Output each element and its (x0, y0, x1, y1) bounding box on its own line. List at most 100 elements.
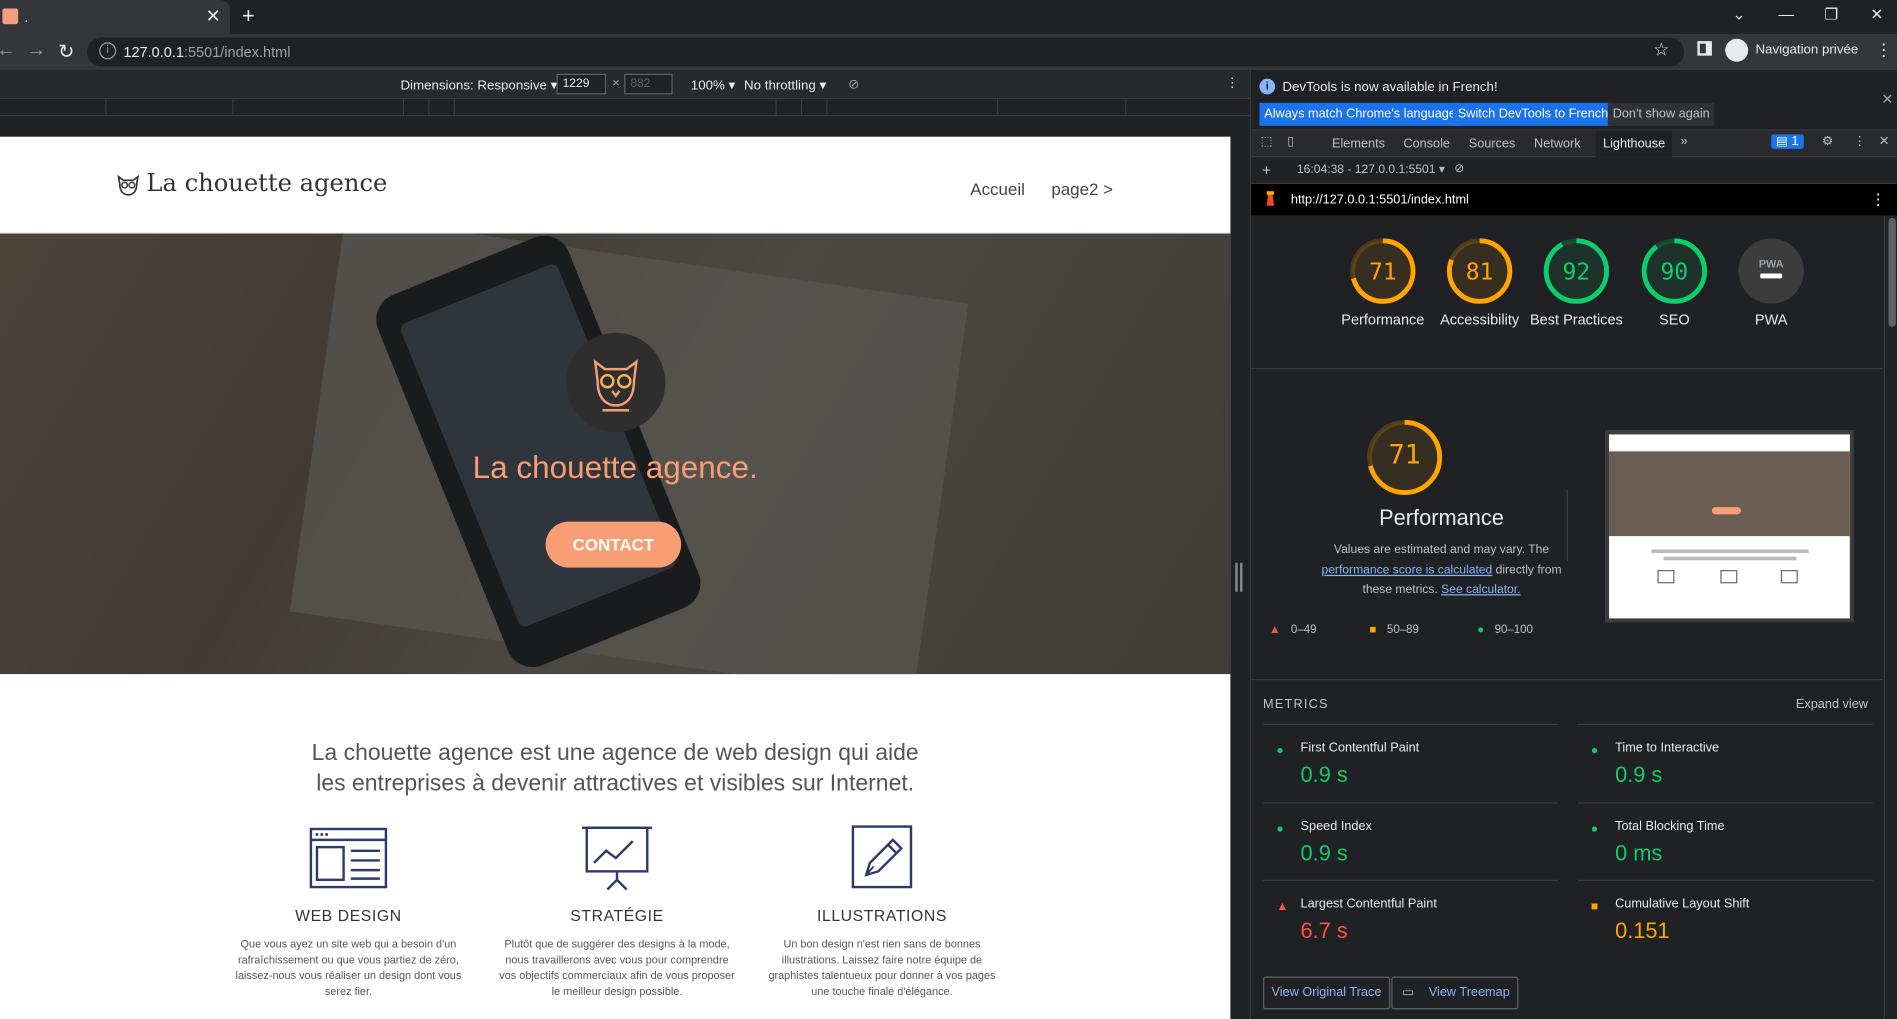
tab-sources[interactable]: Sources (1469, 137, 1516, 152)
inspect-element-icon[interactable]: ⬚ (1261, 134, 1273, 149)
metrics-heading: METRICS (1263, 697, 1329, 712)
pwa-badge-text: PWA (1759, 258, 1784, 270)
gauge-label: Best Practices (1529, 311, 1623, 328)
close-tab-icon[interactable]: ✕ (206, 5, 221, 27)
average-square-icon: ■ (1590, 900, 1599, 914)
legend-fail-label: 0–49 (1290, 623, 1317, 637)
back-icon[interactable]: ← (0, 40, 16, 62)
reload-icon[interactable]: ↻ (58, 40, 74, 64)
metric-name: Total Blocking Time (1615, 818, 1725, 834)
perf-score-link[interactable]: performance score is calculated (1321, 563, 1492, 576)
see-calculator-link[interactable]: See calculator. (1441, 583, 1520, 596)
metric-speed-index: ● Speed Index 0.9 s (1263, 801, 1559, 879)
metric-value: 6.7 s (1300, 918, 1348, 943)
report-scrollbar[interactable] (1883, 215, 1897, 1019)
tab-search-icon[interactable]: ⌄ (1732, 5, 1745, 24)
legend-average: ■ 50–89 (1370, 623, 1419, 636)
device-toggle-icon[interactable]: ▯ (1287, 134, 1294, 149)
incognito-icon (1725, 38, 1749, 62)
intro-line-2: les entreprises à devenir attractives et… (316, 770, 915, 797)
tab-console[interactable]: Console (1403, 137, 1450, 152)
address-bar[interactable]: i 127.0.0.1:5501/index.html ☆ (87, 37, 1685, 67)
browser-tab[interactable]: . ✕ (0, 0, 230, 34)
score-gauge-accessibility[interactable]: 81 Accessibility (1431, 237, 1528, 329)
settings-gear-icon[interactable]: ⚙ (1822, 134, 1833, 149)
score-gauge-pwa[interactable]: PWA PWA (1723, 237, 1820, 329)
width-input[interactable]: 1229 (556, 73, 607, 95)
throttling-select[interactable]: No throttling ▾ (744, 77, 826, 94)
divider (1566, 488, 1568, 562)
fail-triangle-icon: ▲ (1276, 900, 1289, 914)
new-tab-button[interactable]: + (242, 4, 255, 29)
minimize-icon[interactable]: — (1778, 5, 1794, 23)
new-report-icon[interactable]: + (1262, 161, 1271, 179)
devtools-language-infobar: i DevTools is now available in French! A… (1250, 70, 1897, 131)
report-menu-icon[interactable]: ⋮ (1870, 190, 1886, 209)
legend-pass-label: 90–100 (1494, 623, 1533, 637)
view-original-trace-button[interactable]: View Original Trace (1263, 976, 1390, 1010)
website-viewport: La chouette agence Accueil page2 > La ch… (0, 136, 1231, 1019)
tab-elements[interactable]: Elements (1332, 137, 1385, 152)
gauge-label: Performance (1341, 311, 1425, 328)
contact-button[interactable]: CONTACT (545, 521, 682, 568)
score-gauge-best-practices[interactable]: 92 Best Practices (1528, 237, 1625, 329)
metric-value: 0.151 (1615, 918, 1670, 943)
lighthouse-report: 71 Performance 81 Accessibility 92 Best Pract… (1250, 215, 1883, 1019)
close-infobar-icon[interactable]: ✕ (1881, 91, 1893, 108)
more-tabs-icon[interactable]: » (1680, 134, 1687, 149)
expand-view-toggle[interactable]: Expand view (1796, 697, 1868, 712)
dont-show-again-button[interactable]: Don't show again (1607, 102, 1715, 126)
times-separator: × (612, 76, 620, 91)
device-options-icon[interactable]: ⋮ (1226, 75, 1239, 91)
nav-link-page2[interactable]: page2 > (1051, 179, 1113, 198)
metric-name: First Contentful Paint (1300, 740, 1420, 756)
legend-pass: ● 90–100 (1477, 623, 1533, 636)
score-gauge-seo[interactable]: 90 SEO (1626, 237, 1723, 329)
site-info-icon[interactable]: i (99, 42, 117, 60)
pwa-dash (1760, 273, 1783, 279)
square-icon: ■ (1369, 623, 1377, 637)
switch-french-button[interactable]: Switch DevTools to French (1452, 102, 1614, 126)
close-devtools-icon[interactable]: ✕ (1879, 134, 1890, 149)
favicon-icon (2, 8, 19, 25)
close-window-icon[interactable]: ✕ (1870, 5, 1883, 24)
dimensions-select[interactable]: Dimensions: Responsive ▾ (400, 77, 557, 94)
gauge-score: 71 (1369, 260, 1397, 286)
view-treemap-button[interactable]: ▭ View Treemap (1391, 976, 1519, 1010)
service-illustrations: ILLUSTRATIONS Un bon design n'est rien s… (761, 824, 1003, 999)
report-select[interactable]: 16:04:38 - 127.0.0.1:5501 ▾ (1297, 163, 1445, 176)
viewport-resize-handle[interactable] (1234, 562, 1244, 599)
clear-reports-icon[interactable]: ⊘ (1454, 162, 1464, 175)
side-panel-icon[interactable] (1697, 41, 1712, 56)
site-logo[interactable]: La chouette agence (115, 168, 387, 198)
height-input[interactable]: 882 (624, 73, 673, 95)
chrome-menu-icon[interactable]: ⋮ (1875, 40, 1892, 61)
tab-network[interactable]: Network (1534, 137, 1581, 152)
address-url: 127.0.0.1:5501/index.html (123, 43, 291, 61)
rotate-block-icon[interactable]: ⊘ (848, 76, 859, 92)
site-header: La chouette agence Accueil page2 > (0, 136, 1231, 234)
gauge-label: SEO (1659, 311, 1690, 328)
issues-badge[interactable]: ▤ 1 (1771, 134, 1804, 149)
metric-name: Largest Contentful Paint (1300, 896, 1437, 912)
performance-big-gauge: 71 (1366, 419, 1443, 496)
nav-link-accueil[interactable]: Accueil (970, 179, 1025, 198)
restore-icon[interactable]: ❐ (1824, 5, 1838, 24)
service-title: STRATÉGIE (570, 906, 664, 925)
profile-label: Navigation privée (1755, 42, 1859, 58)
media-query-ruler[interactable] (0, 99, 1250, 117)
score-gauge-performance[interactable]: 71 Performance (1334, 237, 1431, 329)
performance-summary: Performance Values are estimated and may… (1311, 501, 1571, 601)
tab-lighthouse[interactable]: Lighthouse (1595, 130, 1673, 158)
zoom-select[interactable]: 100% ▾ (691, 77, 735, 94)
forward-icon[interactable]: → (27, 40, 46, 62)
gauge-ring: 90 (1641, 238, 1708, 304)
profile-button[interactable]: Navigation privée (1725, 38, 1859, 62)
bookmark-star-icon[interactable]: ☆ (1653, 39, 1669, 61)
info-icon: i (1259, 78, 1276, 95)
devtools-menu-icon[interactable]: ⋮ (1853, 134, 1866, 149)
match-language-button[interactable]: Always match Chrome's language (1259, 102, 1461, 126)
hero-owl-icon (566, 332, 666, 433)
final-screenshot-thumbnail[interactable] (1605, 430, 1854, 623)
gauge-label: PWA (1754, 311, 1788, 328)
